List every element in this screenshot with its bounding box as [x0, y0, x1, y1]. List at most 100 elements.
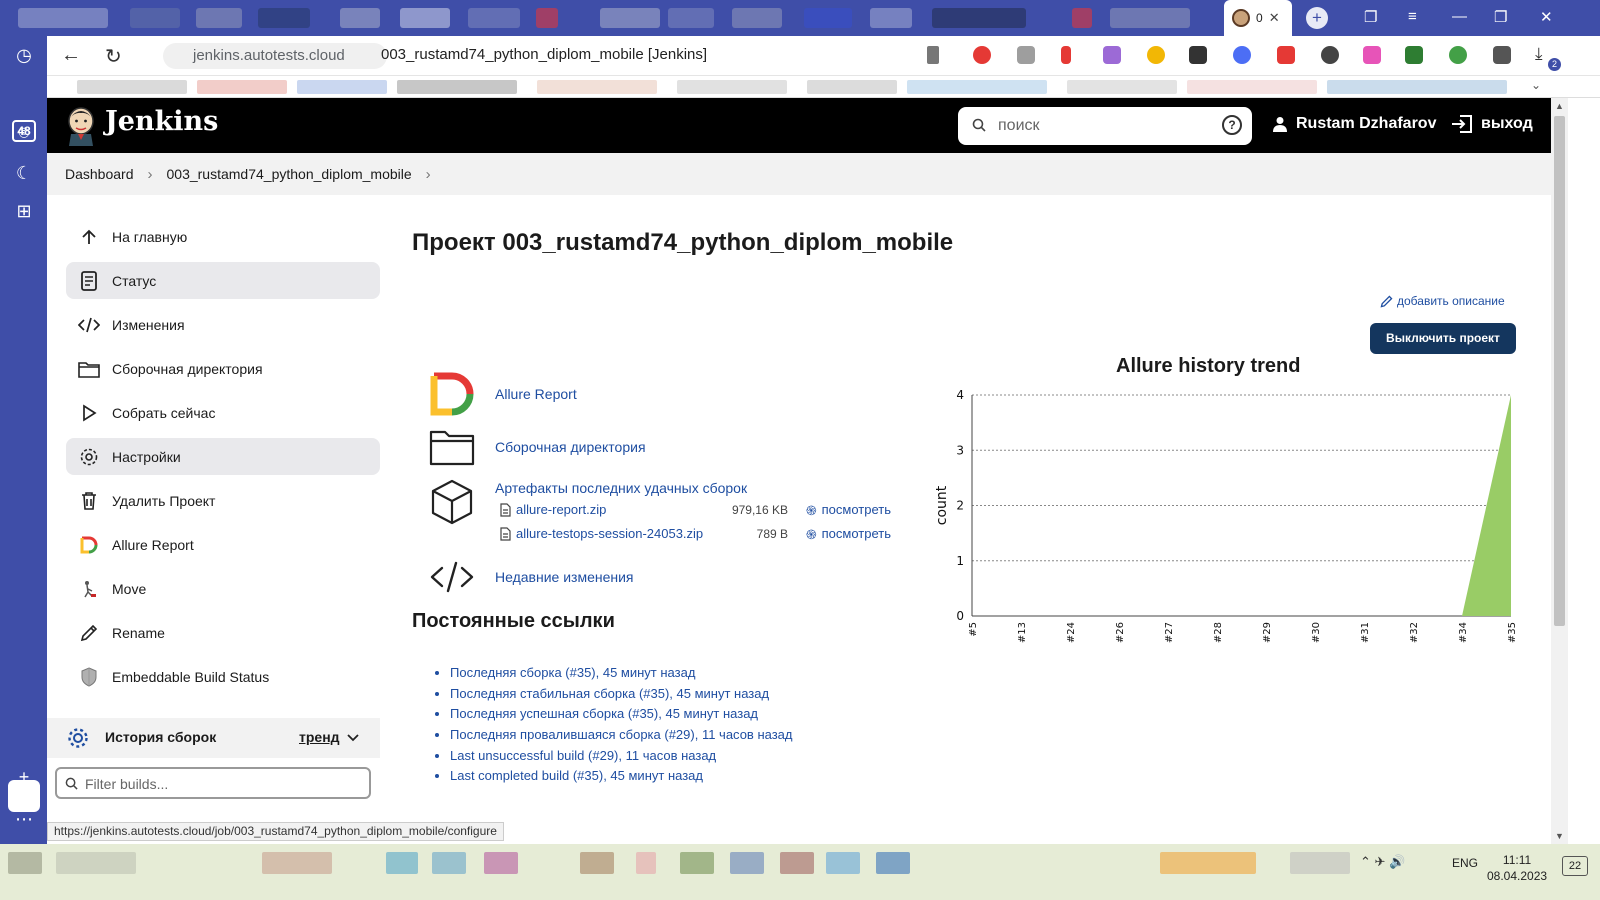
sidebar-item-allure[interactable]: Allure Report	[66, 526, 380, 563]
taskbar-app-blurred[interactable]	[580, 852, 614, 874]
artifacts-link[interactable]: Артефакты последних удачных сборок	[495, 480, 747, 496]
scroll-up-icon[interactable]: ▲	[1555, 101, 1564, 111]
tab-blurred[interactable]	[400, 8, 450, 28]
allure-trend-chart[interactable]: 0 1 2 3 4 count #5 #13 #24 #26 #27 #28 #29 #30 #31 #32 #…	[930, 378, 1530, 653]
taskbar-app-blurred[interactable]	[636, 852, 656, 874]
artifact-view-link[interactable]: ֍ посмотреть	[806, 501, 891, 519]
more-icon[interactable]: ⋯	[11, 806, 37, 832]
night-mode-icon[interactable]: ☾	[11, 160, 37, 186]
permalink-item[interactable]: Последняя провалившаяся сборка (#29), 11…	[450, 727, 793, 748]
taskbar-app-blurred[interactable]	[730, 852, 764, 874]
clock[interactable]: 11:11 08.04.2023	[1487, 852, 1547, 884]
filter-builds-input[interactable]	[85, 774, 355, 794]
sidebar-item-workspace[interactable]: Сборочная директория	[66, 350, 380, 387]
screenshot-icon[interactable]: ⌾	[11, 120, 37, 146]
taskbar-app-blurred[interactable]	[262, 852, 332, 874]
tab-blurred[interactable]	[130, 8, 180, 28]
workspace-link[interactable]: Сборочная директория	[495, 439, 646, 455]
restore-icon[interactable]: ❐	[1494, 8, 1507, 26]
reload-icon[interactable]: ↻	[105, 44, 122, 69]
taskbar-app-blurred[interactable]	[780, 852, 814, 874]
tab-blurred[interactable]	[600, 8, 660, 28]
extension-icon[interactable]	[1493, 46, 1511, 64]
disable-project-button[interactable]: Выключить проект	[1370, 323, 1516, 354]
close-window-icon[interactable]: ✕	[1540, 8, 1553, 26]
taskbar-app-blurred[interactable]	[826, 852, 860, 874]
tab-blurred[interactable]	[932, 8, 1026, 28]
permalink-item[interactable]: Последняя сборка (#35), 45 минут назад	[450, 665, 793, 686]
tab-blurred[interactable]	[536, 8, 558, 28]
page-scrollbar[interactable]: ▲ ▼	[1551, 98, 1568, 844]
permalink-item[interactable]: Last completed build (#35), 45 минут наз…	[450, 768, 793, 789]
extension-icon[interactable]	[1233, 46, 1251, 64]
menu-icon[interactable]: ≡	[1408, 8, 1417, 25]
tab-blurred[interactable]	[668, 8, 714, 28]
scroll-down-icon[interactable]: ▼	[1555, 831, 1564, 841]
sidebar-item-settings[interactable]: Настройки	[66, 438, 380, 475]
tab-blurred[interactable]	[870, 8, 912, 28]
permalink-label[interactable]: Last unsuccessful build (#29), 11 часов …	[450, 748, 716, 763]
jenkins-logo-icon[interactable]	[65, 106, 97, 146]
sidebar-item-move[interactable]: Move	[66, 570, 380, 607]
bookmark-blurred[interactable]	[1067, 80, 1177, 94]
sidebar-item-embeddable-status[interactable]: Embeddable Build Status	[66, 658, 380, 695]
downloads-icon[interactable]: ⤓	[1535, 44, 1543, 64]
extension-icon[interactable]	[1405, 46, 1423, 64]
extension-icon[interactable]	[1017, 46, 1035, 64]
bookmark-blurred[interactable]	[1327, 80, 1507, 94]
extension-icon[interactable]	[1189, 46, 1207, 64]
permalink-label[interactable]: Последняя сборка (#35), 45 минут назад	[450, 665, 695, 680]
tab-blurred[interactable]	[732, 8, 782, 28]
tab-blurred[interactable]	[804, 8, 852, 28]
tab-blurred[interactable]	[1110, 8, 1190, 28]
recent-changes-link[interactable]: Недавние изменения	[495, 569, 634, 585]
permalink-label[interactable]: Последняя успешная сборка (#35), 45 мину…	[450, 706, 758, 721]
chevron-down-icon[interactable]	[347, 733, 359, 743]
minimize-icon[interactable]: —	[1452, 8, 1467, 25]
add-description-link[interactable]: добавить описание	[1380, 294, 1505, 308]
tray-app-blurred[interactable]	[1160, 852, 1256, 874]
tab-blurred[interactable]	[196, 8, 242, 28]
artifact-link[interactable]: allure-testops-session-24053.zip	[516, 526, 703, 541]
permalink-item[interactable]: Последняя успешная сборка (#35), 45 мину…	[450, 706, 793, 727]
tab-blurred[interactable]	[1072, 8, 1092, 28]
bookmark-blurred[interactable]	[77, 80, 187, 94]
trend-link[interactable]: тренд	[299, 729, 340, 745]
logout-link[interactable]: выход	[1451, 115, 1533, 133]
user-menu[interactable]: Rustam Dzhafarov	[1272, 115, 1436, 133]
chevron-right-icon[interactable]: ›	[426, 166, 431, 183]
taskbar-app-blurred[interactable]	[876, 852, 910, 874]
allure-report-link[interactable]: Allure Report	[495, 386, 577, 402]
tray-app-blurred[interactable]	[1290, 852, 1350, 874]
breadcrumb-project[interactable]: 003_rustamd74_python_diplom_mobile	[167, 166, 412, 182]
extension-icon[interactable]	[1277, 46, 1295, 64]
artifact-view-link[interactable]: ֍ посмотреть	[806, 525, 891, 543]
sidebar-item-rename[interactable]: Rename	[66, 614, 380, 651]
extension-icon[interactable]	[1147, 46, 1165, 64]
extension-icon[interactable]	[1321, 46, 1339, 64]
sidebar-item-status[interactable]: Статус	[66, 262, 380, 299]
bookmark-blurred[interactable]	[537, 80, 657, 94]
tab-blurred[interactable]	[258, 8, 310, 28]
active-tab[interactable]: 0 ✕	[1224, 0, 1292, 36]
permalink-item[interactable]: Последняя стабильная сборка (#35), 45 ми…	[450, 686, 793, 707]
extension-icon[interactable]	[1449, 46, 1467, 64]
sidebar-item-changes[interactable]: Изменения	[66, 306, 380, 343]
bookmark-blurred[interactable]	[677, 80, 787, 94]
taskbar-app-blurred[interactable]	[484, 852, 518, 874]
taskbar-app-blurred[interactable]	[8, 852, 42, 874]
search-input[interactable]	[998, 115, 1198, 137]
back-icon[interactable]: ←	[61, 44, 81, 67]
bookmarks-more-icon[interactable]: ⌄	[1531, 78, 1541, 92]
extension-icon[interactable]	[973, 46, 991, 64]
new-tab-button[interactable]: +	[1306, 7, 1328, 29]
tab-blurred[interactable]	[18, 8, 108, 28]
extension-icon[interactable]	[1363, 46, 1381, 64]
notifications-badge[interactable]: 22	[1562, 856, 1588, 876]
jenkins-brand[interactable]: Jenkins	[105, 106, 218, 137]
permalink-label[interactable]: Последняя провалившаяся сборка (#29), 11…	[450, 727, 793, 742]
taskbar-app-blurred[interactable]	[680, 852, 714, 874]
apps-grid-icon[interactable]: ⊞	[11, 198, 37, 224]
help-icon[interactable]: ?	[1222, 115, 1242, 135]
sidebar-item-build-now[interactable]: Собрать сейчас	[66, 394, 380, 431]
